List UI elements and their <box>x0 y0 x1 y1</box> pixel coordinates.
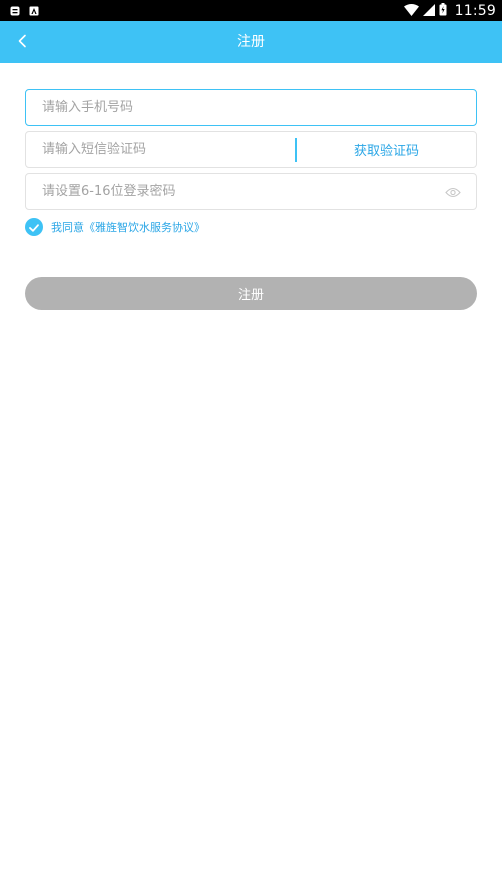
phone-field <box>25 89 477 126</box>
agreement-row: 我同意《雅旌智饮水服务协议》 <box>25 217 205 236</box>
toggle-password-button[interactable] <box>444 184 462 200</box>
status-bar: 11:59 <box>0 0 502 21</box>
agreement-text: 我同意《雅旌智饮水服务协议》 <box>51 219 205 235</box>
status-bar-left <box>10 1 39 20</box>
chevron-left-icon <box>17 33 29 52</box>
status-time: 11:59 <box>454 2 496 19</box>
agreement-link[interactable]: 《雅旌智饮水服务协议》 <box>84 221 205 234</box>
sms-code-input[interactable] <box>26 132 294 167</box>
agreement-checkbox[interactable] <box>25 217 43 236</box>
app-notification-icon <box>29 1 39 20</box>
register-button[interactable]: 注册 <box>25 277 477 310</box>
agreement-prefix: 我同意 <box>51 220 84 234</box>
back-button[interactable] <box>8 27 38 57</box>
notification-icon <box>10 1 20 20</box>
sms-code-field: 获取验证码 <box>25 131 477 168</box>
signal-icon <box>422 1 435 20</box>
password-input[interactable] <box>26 174 476 209</box>
wifi-icon <box>403 1 419 20</box>
page-title: 注册 <box>237 34 265 50</box>
password-field <box>25 173 477 210</box>
checkmark-icon <box>29 217 39 236</box>
app-bar: 注册 <box>0 21 502 63</box>
get-code-button[interactable]: 获取验证码 <box>297 132 476 167</box>
status-bar-right: 11:59 <box>403 1 496 20</box>
phone-input[interactable] <box>26 90 476 125</box>
eye-icon <box>445 183 461 202</box>
battery-icon <box>439 1 447 20</box>
